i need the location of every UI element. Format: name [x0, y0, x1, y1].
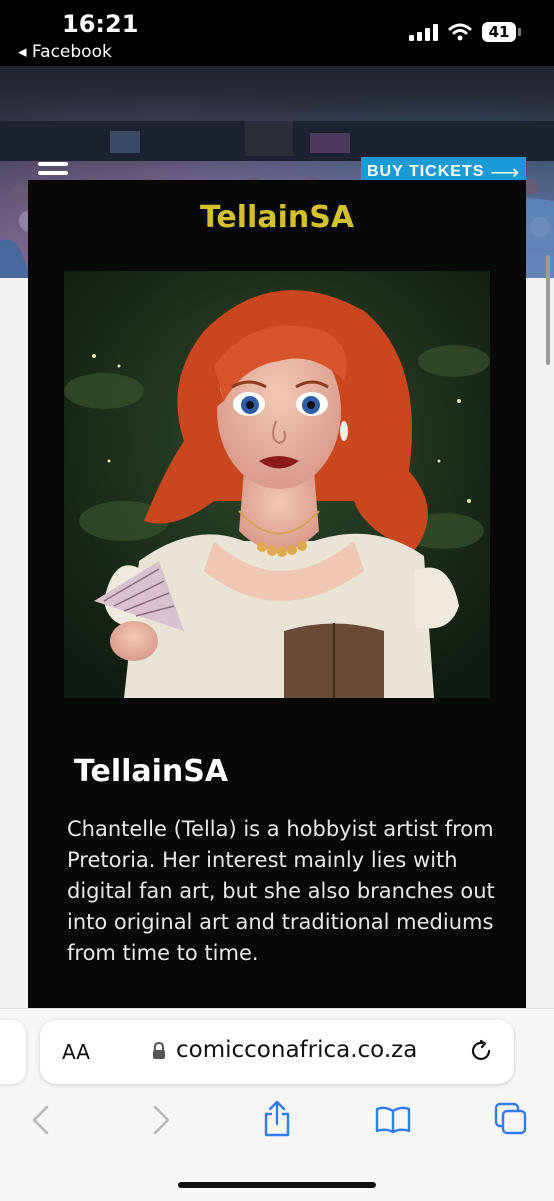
artist-artwork-image [64, 271, 490, 698]
back-icon[interactable] [30, 1104, 52, 1136]
lock-icon [153, 1042, 165, 1059]
artist-card: TellainSA TellainSA Chantelle (Tella) is… [28, 180, 526, 1060]
previous-tab-peek[interactable] [0, 1020, 26, 1084]
card-title: TellainSA [199, 200, 355, 235]
share-icon[interactable] [262, 1100, 292, 1138]
bookmarks-icon[interactable] [375, 1106, 411, 1134]
forward-icon[interactable] [150, 1104, 172, 1136]
status-icons: 41 [409, 22, 521, 42]
reload-icon[interactable] [468, 1038, 494, 1064]
battery-indicator: 41 [482, 22, 521, 42]
status-time: 16:21 [62, 10, 139, 38]
status-bar: 16:21 ◂ Facebook 41 [0, 0, 554, 66]
back-to-facebook-link[interactable]: ◂ Facebook [18, 42, 112, 62]
url-text[interactable]: comicconafrica.co.za [176, 1037, 417, 1063]
home-indicator[interactable] [178, 1182, 376, 1188]
tabs-icon[interactable] [494, 1102, 528, 1136]
scrollbar[interactable] [546, 255, 550, 365]
artist-name: TellainSA [74, 754, 229, 789]
buy-tickets-label: BUY TICKETS [367, 163, 485, 180]
address-bar[interactable]: AA comicconafrica.co.za [40, 1020, 514, 1084]
reader-aa-button[interactable]: AA [62, 1040, 90, 1064]
signal-icon [409, 23, 438, 41]
artist-bio: Chantelle (Tella) is a hobbyist artist f… [67, 817, 495, 965]
wifi-icon [448, 23, 472, 41]
